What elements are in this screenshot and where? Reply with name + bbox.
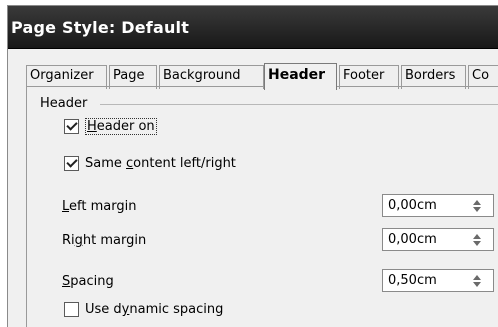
same-content-label: Same content left/right bbox=[85, 156, 236, 171]
dynamic-spacing-checkbox[interactable] bbox=[64, 302, 79, 317]
left-margin-label: Left margin bbox=[62, 199, 137, 214]
spacing-value[interactable]: 0,50cm bbox=[388, 273, 437, 288]
left-margin-value[interactable]: 0,00cm bbox=[388, 198, 437, 213]
tab-panel-border bbox=[26, 86, 498, 87]
spacing-spinbox[interactable]: 0,50cm bbox=[382, 269, 494, 292]
same-content-checkbox[interactable] bbox=[64, 156, 79, 171]
tab-panel-border-left bbox=[26, 86, 27, 327]
title-bar[interactable]: Page Style: Default bbox=[8, 6, 498, 49]
spacing-label: Spacing bbox=[62, 274, 114, 289]
header-group-label: Header bbox=[40, 96, 88, 111]
right-margin-label: Right margin bbox=[62, 233, 147, 248]
dynamic-spacing-label: Use dynamic spacing bbox=[85, 302, 224, 317]
left-margin-spin-arrows-icon[interactable] bbox=[471, 198, 483, 213]
tab-strip: Organizer Page Background Header Footer … bbox=[8, 49, 498, 90]
right-margin-spin-arrows-icon[interactable] bbox=[471, 232, 483, 247]
window-title: Page Style: Default bbox=[11, 18, 190, 37]
header-on-label: Header on bbox=[85, 118, 157, 135]
left-margin-spinbox[interactable]: 0,00cm bbox=[382, 194, 494, 217]
header-on-checkbox[interactable] bbox=[64, 119, 79, 134]
tab-header[interactable]: Header bbox=[264, 63, 337, 90]
dynamic-spacing-row[interactable]: Use dynamic spacing bbox=[64, 302, 223, 317]
right-margin-spinbox[interactable]: 0,00cm bbox=[382, 228, 494, 251]
same-content-row[interactable]: Same content left/right bbox=[64, 156, 236, 171]
page-style-dialog: Page Style: Default Organizer Page Backg… bbox=[7, 5, 498, 327]
header-on-row[interactable]: Header on bbox=[64, 118, 157, 135]
group-divider bbox=[100, 104, 498, 105]
spacing-spin-arrows-icon[interactable] bbox=[471, 273, 483, 288]
right-margin-value[interactable]: 0,00cm bbox=[388, 232, 437, 247]
